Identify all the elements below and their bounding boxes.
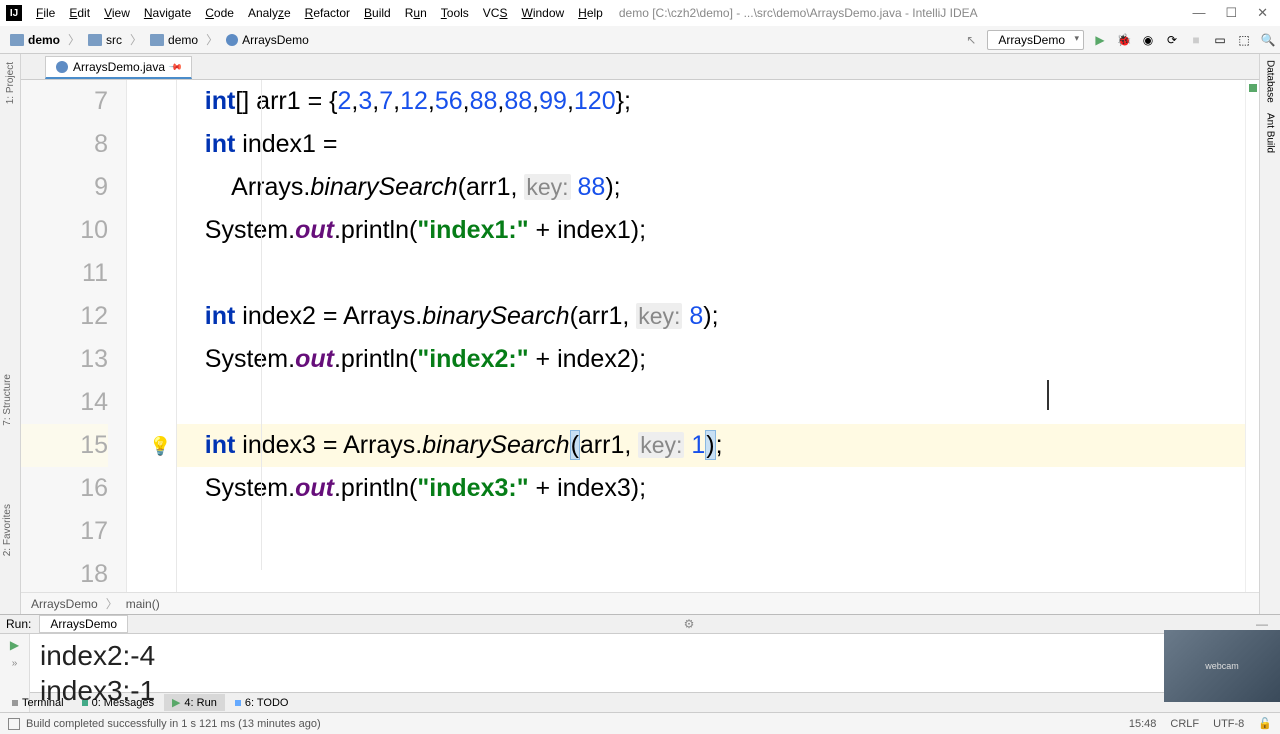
run-more-icon[interactable]: »	[12, 658, 18, 669]
folder-icon	[10, 34, 24, 46]
nav-bar: demo 〉 src 〉 demo 〉 ArraysDemo ↖ ArraysD…	[0, 26, 1280, 54]
run-settings-icon[interactable]: ⚙	[684, 617, 695, 631]
favorites-tool[interactable]: 2: Favorites	[0, 500, 15, 560]
line-ending[interactable]: CRLF	[1170, 718, 1199, 730]
intention-bulb-icon[interactable]: 💡	[149, 436, 171, 457]
menu-view[interactable]: View	[98, 4, 136, 22]
structure-tool[interactable]: 7: Structure	[0, 370, 15, 430]
todo-tab[interactable]: 6: TODO	[227, 695, 297, 711]
tab-label: ArraysDemo.java	[73, 60, 165, 74]
menu-help[interactable]: Help	[572, 4, 609, 22]
java-file-icon	[56, 61, 68, 73]
menu-tools[interactable]: Tools	[435, 4, 475, 22]
code-content[interactable]: int[] arr1 = {2,3,7,12,56,88,88,99,120};…	[177, 80, 1245, 592]
editor-tabs: ArraysDemo.java 📌	[21, 54, 1259, 80]
run-button[interactable]: ▶	[1092, 32, 1108, 48]
scroll-marker	[1249, 84, 1257, 92]
right-tool-strip: Database Ant Build	[1259, 54, 1280, 614]
editor-tab-arraysdemo[interactable]: ArraysDemo.java 📌	[45, 56, 192, 79]
folder-icon	[88, 34, 102, 46]
lock-icon[interactable]: 🔓	[1258, 717, 1272, 730]
search-button[interactable]: 🔍	[1260, 32, 1276, 48]
editor-breadcrumb: ArraysDemo 〉 main()	[21, 592, 1259, 614]
console-line: index2:-4	[40, 636, 1270, 675]
encoding[interactable]: UTF-8	[1213, 718, 1244, 730]
class-icon	[226, 34, 238, 46]
run-config-select[interactable]: ArraysDemo	[987, 30, 1084, 50]
menu-code[interactable]: Code	[199, 4, 240, 22]
status-message: Build completed successfully in 1 s 121 …	[26, 718, 321, 730]
run-tool-window: Run: ArraysDemo ⚙ — ▶ » index2:-4 index3…	[0, 614, 1280, 692]
crumb-class-b[interactable]: ArraysDemo	[31, 597, 98, 611]
gutter-line-numbers: 789101112131415161718	[21, 80, 127, 592]
project-tool[interactable]: 1: Project	[5, 58, 16, 108]
messages-tab[interactable]: 0: Messages	[74, 695, 162, 711]
coverage-button[interactable]: ◉	[1140, 32, 1156, 48]
status-indicator-icon	[8, 718, 20, 730]
crumb-method-b[interactable]: main()	[126, 597, 160, 611]
window-title: demo [C:\czh2\demo] - ...\src\demo\Array…	[619, 6, 978, 20]
layout-button[interactable]: ▭	[1212, 32, 1228, 48]
run-label: Run:	[6, 617, 31, 631]
app-logo: IJ	[6, 5, 22, 21]
minimize-button[interactable]: —	[1192, 5, 1205, 21]
maximize-button[interactable]: ☐	[1225, 5, 1237, 21]
menu-vcs[interactable]: VCS	[477, 4, 514, 22]
menu-refactor[interactable]: Refactor	[299, 4, 356, 22]
crumb-src[interactable]: src	[82, 31, 128, 49]
menu-build[interactable]: Build	[358, 4, 397, 22]
text-cursor	[1047, 380, 1049, 410]
webcam-overlay: webcam	[1164, 630, 1280, 702]
crumb-class[interactable]: ArraysDemo	[220, 31, 315, 49]
menu-file[interactable]: File	[30, 4, 61, 22]
status-bar: Build completed successfully in 1 s 121 …	[0, 712, 1280, 734]
main-menu: File Edit View Navigate Code Analyze Ref…	[30, 4, 609, 22]
crumb-demo[interactable]: demo	[4, 31, 66, 49]
run-tab[interactable]: ArraysDemo	[39, 615, 128, 633]
cursor-position[interactable]: 15:48	[1129, 718, 1157, 730]
menu-analyze[interactable]: Analyze	[242, 4, 297, 22]
run-hide-icon[interactable]: —	[1256, 617, 1268, 631]
database-tool[interactable]: Database	[1265, 60, 1276, 103]
menu-window[interactable]: Window	[515, 4, 570, 22]
build-icon[interactable]: ↖	[963, 32, 979, 48]
menu-navigate[interactable]: Navigate	[138, 4, 197, 22]
terminal-tab[interactable]: Terminal	[4, 695, 72, 711]
rerun-button[interactable]: ▶	[10, 638, 19, 652]
run-tab-bottom[interactable]: ▶4: Run	[164, 694, 225, 711]
folder-icon	[150, 34, 164, 46]
profile-button[interactable]: ⟳	[1164, 32, 1180, 48]
title-bar: IJ File Edit View Navigate Code Analyze …	[0, 0, 1280, 26]
ant-tool[interactable]: Ant Build	[1265, 113, 1276, 153]
crumb-demo2[interactable]: demo	[144, 31, 204, 49]
code-editor[interactable]: 789101112131415161718 💡 int[] arr1 = {2,…	[21, 80, 1259, 592]
menu-edit[interactable]: Edit	[63, 4, 96, 22]
gutter-annotations: 💡	[127, 80, 177, 592]
close-button[interactable]: ✕	[1257, 5, 1268, 21]
search-everywhere[interactable]: ⬚	[1236, 32, 1252, 48]
menu-run[interactable]: Run	[399, 4, 433, 22]
debug-button[interactable]: 🐞	[1116, 32, 1132, 48]
editor-scrollbar[interactable]	[1245, 80, 1259, 592]
pin-icon: 📌	[168, 59, 184, 75]
stop-button[interactable]: ■	[1188, 32, 1204, 48]
